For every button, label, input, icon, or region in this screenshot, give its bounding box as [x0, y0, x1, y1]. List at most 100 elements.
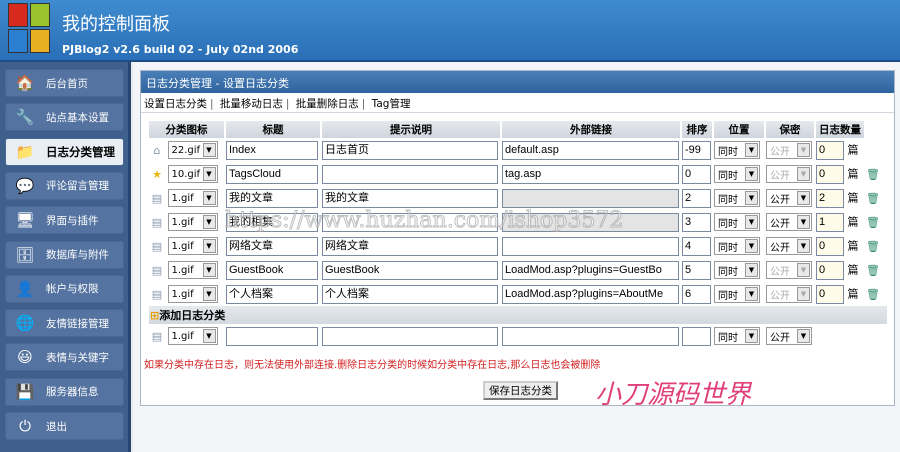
position-select[interactable]: 同时 ▼ — [714, 213, 760, 231]
privacy-select[interactable]: 公开 ▼ — [766, 189, 812, 207]
sidebar-item[interactable]: ⏻ 退出 — [5, 412, 124, 440]
description-input[interactable]: 个人档案 — [322, 284, 498, 304]
delete-icon[interactable]: 🗑 — [866, 288, 880, 301]
tab-batch-move[interactable]: 批量移动日志 — [220, 98, 283, 110]
description-input[interactable]: GuestBook — [322, 260, 498, 280]
position-select[interactable]: 同时 ▼ — [714, 237, 760, 255]
sidebar-item[interactable]: 🗄 数据库与附件 — [5, 240, 124, 269]
external-link-input[interactable]: LoadMod.asp?plugins=AboutMe — [502, 284, 679, 304]
tab-batch-delete[interactable]: 批量删除日志 — [296, 98, 359, 110]
tab-tag-manage[interactable]: Tag管理 — [372, 98, 411, 110]
sidebar-item[interactable]: 🏠 后台首页 — [5, 69, 124, 97]
unit-label: 篇 — [847, 239, 859, 252]
new-description-input[interactable] — [322, 326, 498, 346]
delete-icon[interactable]: 🗑 — [866, 168, 880, 181]
icon-select[interactable]: 1.gif ▼ — [167, 213, 218, 231]
category-panel: 日志分类管理 - 设置日志分类 设置日志分类 | 批量移动日志 | 批量删除日志 | … — [140, 70, 895, 406]
add-icon: ⊞ — [150, 309, 160, 322]
sidebar-item[interactable]: 👤 帐户与权限 — [5, 274, 124, 303]
chevron-down-icon: ▼ — [202, 263, 216, 277]
title-input[interactable]: TagsCloud — [226, 164, 318, 184]
sidebar-item[interactable]: 📁 日志分类管理 — [5, 137, 124, 166]
privacy-select: 公开 ▼ — [766, 285, 812, 303]
delete-icon[interactable]: 🗑 — [866, 240, 880, 253]
position-select[interactable]: 同时 ▼ — [714, 285, 760, 303]
post-count: 0 — [816, 284, 844, 304]
icon-select[interactable]: 10.gif ▼ — [167, 165, 218, 183]
new-title-input[interactable] — [226, 326, 318, 346]
select-value: 1.gif — [171, 192, 194, 204]
delete-icon[interactable]: 🗑 — [866, 264, 880, 277]
external-link-input[interactable]: default.asp — [502, 140, 679, 160]
sidebar-item[interactable]: 🌐 友情链接管理 — [5, 309, 124, 338]
icon-select[interactable]: 1.gif ▼ — [167, 261, 218, 279]
description-input[interactable]: 日志首页 — [322, 140, 498, 160]
tab-set-categories[interactable]: 设置日志分类 — [144, 98, 207, 110]
title-input[interactable]: 网络文章 — [226, 236, 318, 256]
position-select[interactable]: 同时 ▼ — [714, 261, 760, 279]
icon-select[interactable]: 1.gif ▼ — [167, 237, 218, 255]
select-value: 同时 — [718, 170, 738, 182]
unit-label: 篇 — [847, 191, 859, 204]
sidebar-item[interactable]: 💾 服务器信息 — [5, 377, 124, 406]
title-input[interactable]: 个人档案 — [226, 284, 318, 304]
external-link-input[interactable] — [502, 188, 679, 208]
new-order-input[interactable] — [682, 326, 711, 346]
icon-select[interactable]: 22.gif ▼ — [167, 141, 218, 159]
external-link-input[interactable]: LoadMod.asp?plugins=GuestBo — [502, 260, 679, 280]
icon-select[interactable]: 1.gif ▼ — [167, 327, 218, 345]
order-input[interactable]: 2 — [682, 188, 711, 208]
select-value: 同时 — [718, 242, 738, 254]
title-input[interactable]: GuestBook — [226, 260, 318, 280]
delete-icon[interactable]: 🗑 — [866, 216, 880, 229]
privacy-select: 公开 ▼ — [766, 165, 812, 183]
select-value: 同时 — [718, 218, 738, 230]
description-input[interactable] — [322, 164, 498, 184]
position-select[interactable]: 同时 ▼ — [714, 189, 760, 207]
external-link-input[interactable] — [502, 212, 679, 232]
post-count: 0 — [816, 236, 844, 256]
save-categories-button[interactable]: 保存日志分类 — [483, 381, 558, 400]
external-link-input[interactable]: tag.asp — [502, 164, 679, 184]
sidebar-item[interactable]: 😃 表情与关键字 — [5, 343, 124, 372]
new-link-input[interactable] — [502, 326, 679, 346]
sidebar-item-label: 帐户与权限 — [46, 283, 99, 296]
privacy-select[interactable]: 公开 ▼ — [766, 213, 812, 231]
new-position-select[interactable]: 同时 ▼ — [714, 327, 760, 345]
order-input[interactable]: 5 — [682, 260, 711, 280]
sidebar-item-label: 日志分类管理 — [46, 144, 115, 159]
sub-nav: 设置日志分类 | 批量移动日志 | 批量删除日志 | Tag管理 — [141, 93, 894, 113]
chevron-down-icon: ▼ — [797, 329, 810, 343]
description-input[interactable]: 我的文章 — [322, 188, 498, 208]
privacy-select[interactable]: 公开 ▼ — [766, 237, 812, 255]
sidebar-item[interactable]: 💬 评论留言管理 — [5, 171, 124, 200]
unit-label: 篇 — [847, 215, 859, 228]
order-input[interactable]: 4 — [682, 236, 711, 256]
column-header: 标题 — [225, 121, 322, 138]
external-link-input[interactable] — [502, 236, 679, 256]
chevron-down-icon: ▼ — [202, 239, 216, 253]
title-input[interactable]: 我的文章 — [226, 188, 318, 208]
new-privacy-select[interactable]: 公开 ▼ — [766, 327, 812, 345]
privacy-select: 公开 ▼ — [766, 141, 812, 159]
description-input[interactable] — [322, 212, 498, 232]
sidebar-item[interactable]: 🖥 界面与插件 — [5, 206, 124, 235]
document-icon: ▤ — [151, 191, 163, 205]
order-input[interactable]: -99 — [682, 140, 711, 160]
select-value: 同时 — [718, 146, 738, 158]
order-input[interactable]: 0 — [682, 164, 711, 184]
order-input[interactable]: 6 — [682, 284, 711, 304]
order-input[interactable]: 3 — [682, 212, 711, 232]
icon-select[interactable]: 1.gif ▼ — [167, 285, 218, 303]
delete-icon[interactable]: 🗑 — [866, 192, 880, 205]
position-select[interactable]: 同时 ▼ — [714, 165, 760, 183]
title-input[interactable]: 我的相集 — [226, 212, 318, 232]
position-select[interactable]: 同时 ▼ — [714, 141, 760, 159]
description-input[interactable]: 网络文章 — [322, 236, 498, 256]
star-icon: ★ — [152, 167, 162, 181]
sidebar-item[interactable]: 🔧 站点基本设置 — [5, 103, 124, 132]
power-icon: ⏻ — [19, 417, 31, 435]
icon-select[interactable]: 1.gif ▼ — [167, 189, 218, 207]
title-input[interactable]: Index — [226, 140, 318, 160]
sidebar-item-label: 友情链接管理 — [46, 317, 109, 330]
